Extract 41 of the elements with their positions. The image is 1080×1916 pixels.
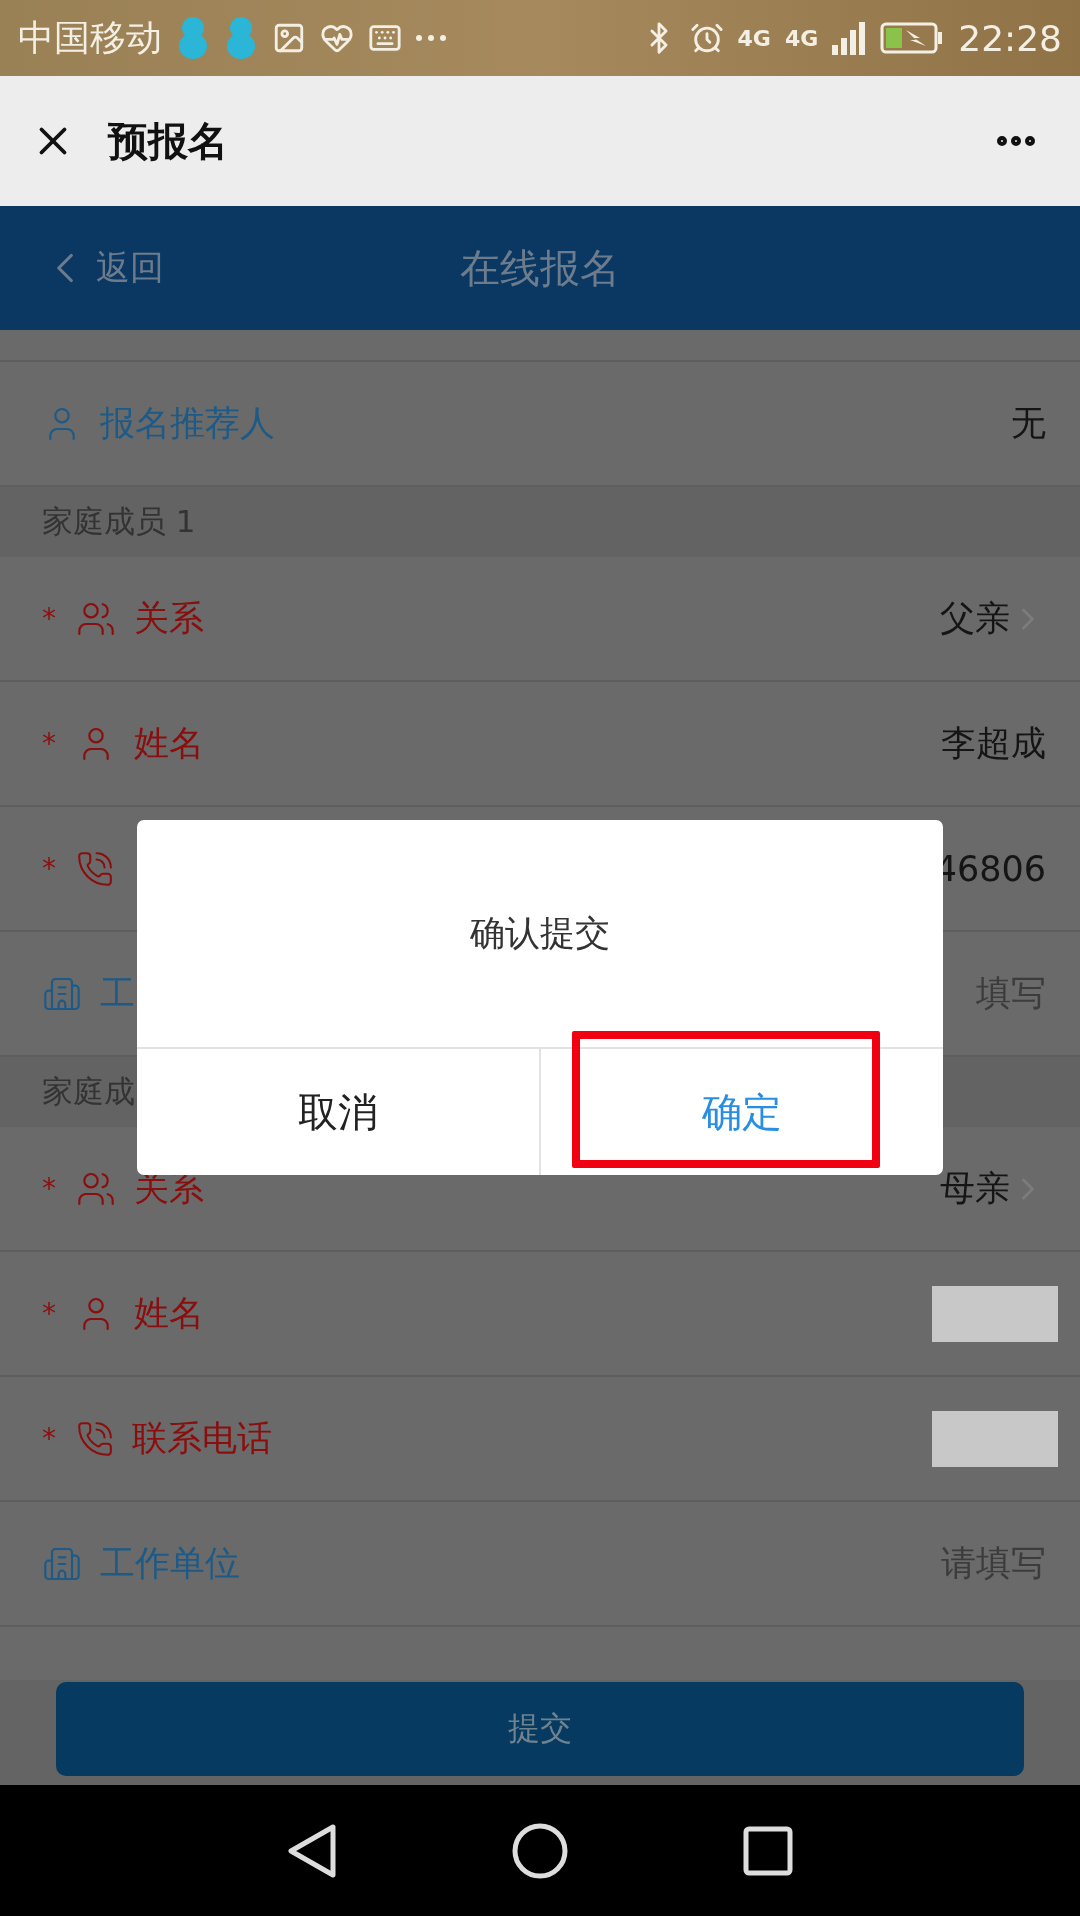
phone-icon	[76, 849, 114, 888]
field-value: 母亲	[940, 1167, 1010, 1210]
home-nav-icon[interactable]	[512, 1822, 568, 1879]
field-label: 姓名	[134, 722, 204, 765]
required-asterisk: *	[42, 1422, 57, 1455]
back-nav-icon[interactable]	[287, 1822, 338, 1879]
required-asterisk: *	[42, 602, 57, 635]
signal-icon	[832, 21, 867, 55]
field-value: 父亲	[940, 597, 1010, 640]
field-label: 工作单位	[100, 1542, 240, 1585]
required-asterisk: *	[42, 852, 57, 885]
image-icon	[272, 21, 306, 55]
battery-icon	[880, 22, 945, 54]
recents-nav-icon[interactable]	[742, 1825, 793, 1876]
field-label: 报名推荐人	[100, 402, 275, 445]
header-title: 在线报名	[460, 243, 620, 293]
carrier-name: 中国移动	[18, 15, 162, 60]
page-title: 预报名	[108, 116, 228, 166]
field-label: 工	[100, 972, 135, 1015]
more-icon	[416, 35, 446, 41]
field-value: 46806	[934, 848, 1046, 889]
back-button[interactable]: 返回	[40, 243, 164, 293]
required-asterisk: *	[42, 727, 57, 760]
field-label: 关系	[134, 597, 204, 640]
alarm-icon	[689, 21, 724, 55]
penguin-icon	[176, 16, 210, 60]
network-label: 4G	[784, 25, 819, 51]
penguin-icon	[224, 16, 258, 60]
field-label: 姓名	[134, 1292, 204, 1335]
confirm-button[interactable]: 确定	[539, 1049, 943, 1175]
field-value: 无	[1011, 402, 1046, 445]
submit-button[interactable]: 提交	[56, 1682, 1024, 1776]
required-asterisk: *	[42, 1297, 57, 1330]
phone-icon	[76, 1419, 114, 1458]
cancel-button[interactable]: 取消	[137, 1049, 539, 1175]
field-value: 李超成	[941, 722, 1046, 765]
required-asterisk: *	[42, 1172, 57, 1205]
clock-time: 22:28	[958, 17, 1062, 59]
dialog-message: 确认提交	[470, 912, 610, 955]
network-label: 4G	[737, 25, 771, 51]
field-label: 联系电话	[132, 1417, 272, 1460]
